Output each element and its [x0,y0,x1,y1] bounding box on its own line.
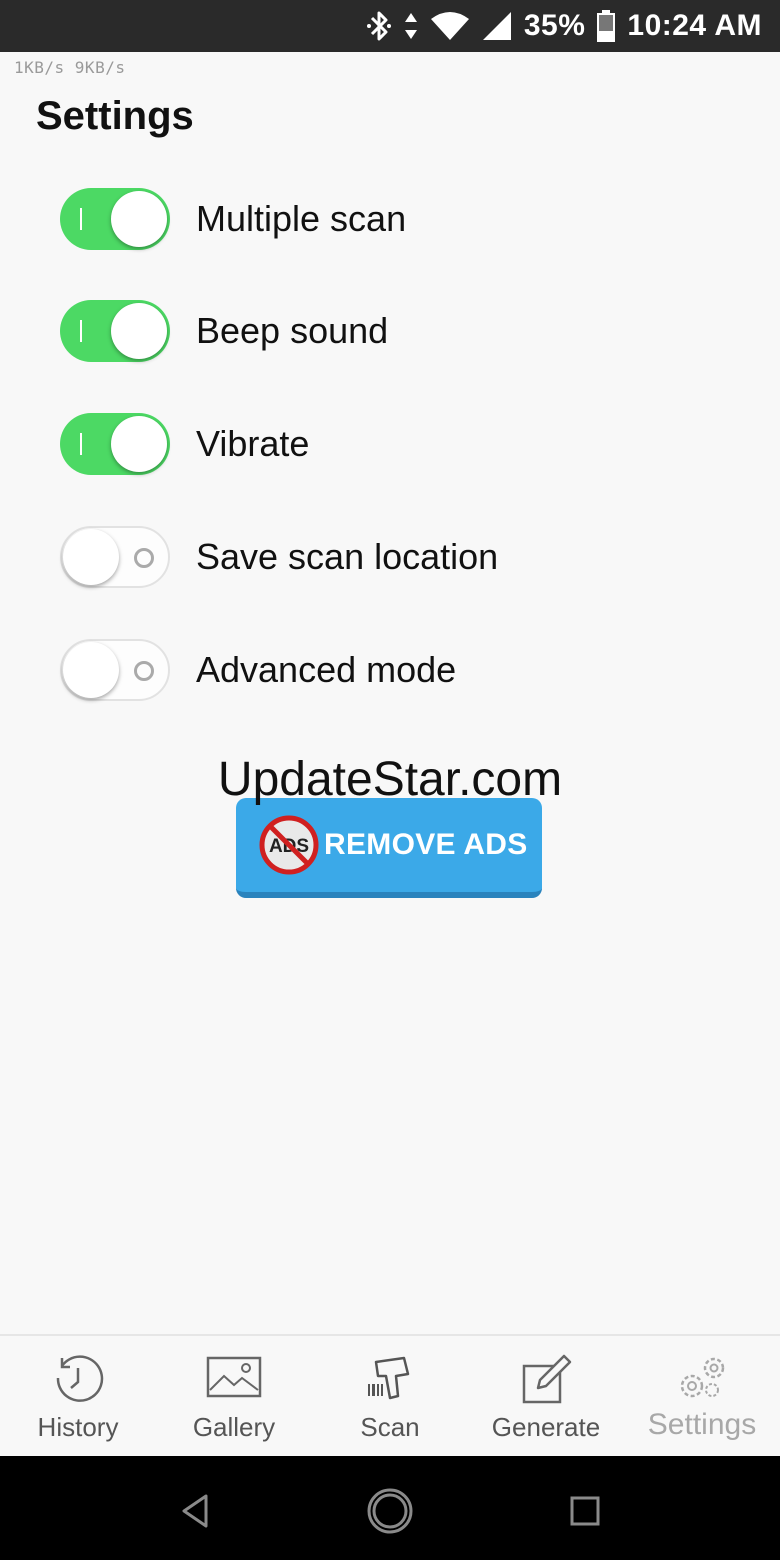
setting-label: Vibrate [196,423,310,464]
image-icon [206,1356,262,1398]
setting-label: Advanced mode [196,649,457,690]
page-title: Settings [36,94,194,138]
remove-ads-label: REMOVE ADS [324,828,528,861]
nav-generate[interactable]: Generate [468,1336,624,1458]
multiple-scan-toggle[interactable] [60,188,170,250]
bottom-navigation: History Gallery Scan Generate Settings [0,1334,780,1458]
barcode-scanner-icon [368,1356,410,1400]
nav-label: Settings [647,1408,757,1441]
edit-icon [522,1354,572,1404]
back-icon[interactable] [170,1486,220,1536]
battery-percent: 35% [523,9,586,42]
status-icons: 35% 10:24 AM [366,0,762,52]
cell-signal-icon [482,12,511,40]
setting-save-scan-location[interactable]: Save scan location [60,525,740,589]
data-arrows-icon [404,13,417,39]
setting-multiple-scan[interactable]: Multiple scan [60,187,740,251]
setting-label: Beep sound [196,310,389,351]
battery-icon [597,10,616,42]
system-navigation-bar [0,1456,780,1560]
setting-advanced-mode[interactable]: Advanced mode [60,638,740,702]
nav-label: Gallery [192,1412,276,1442]
nav-scan[interactable]: Scan [312,1336,468,1458]
gear-icon [680,1357,725,1398]
recent-apps-icon[interactable] [560,1486,610,1536]
watermark: UpdateStar.com [217,753,563,806]
vibrate-toggle[interactable] [60,413,170,475]
nav-gallery[interactable]: Gallery [156,1336,312,1458]
nav-history[interactable]: History [0,1336,156,1458]
remove-ads-button[interactable]: ADS REMOVE ADS [236,798,542,898]
home-icon[interactable] [365,1486,415,1536]
bluetooth-icon [366,11,391,41]
nav-label: History [37,1412,119,1442]
nav-label: Generate [491,1412,601,1442]
setting-label: Multiple scan [196,198,407,239]
network-speed: 1KB/s 9KB/s [14,58,126,77]
setting-vibrate[interactable]: Vibrate [60,412,740,476]
wifi-icon [430,12,469,40]
no-ads-icon: ADS [258,814,320,876]
beep-sound-toggle[interactable] [60,300,170,362]
clock-time: 10:24 AM [627,9,762,42]
advanced-mode-toggle[interactable] [60,639,170,701]
save-scan-location-toggle[interactable] [60,526,170,588]
clock-icon [56,1355,104,1402]
nav-settings[interactable]: Settings [624,1336,780,1458]
status-bar: 35% 10:24 AM [0,0,780,52]
setting-label: Save scan location [196,536,499,577]
nav-label: Scan [360,1412,420,1442]
setting-beep-sound[interactable]: Beep sound [60,299,740,363]
